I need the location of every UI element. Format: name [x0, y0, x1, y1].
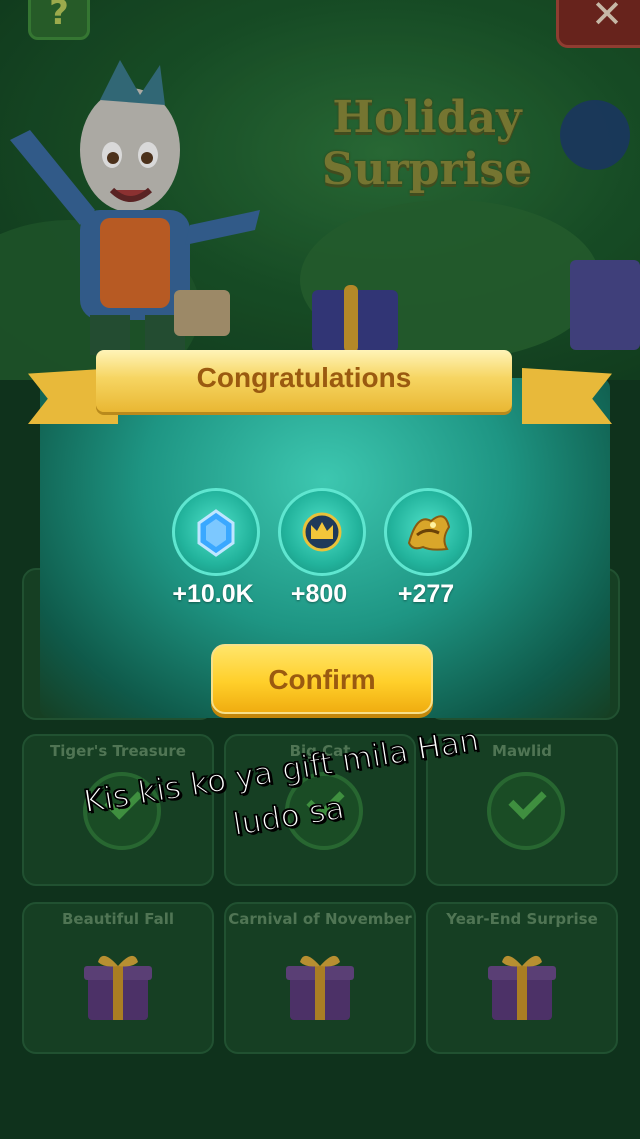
reward-value: +277 [397, 580, 455, 608]
confirm-button-label: Confirm [268, 664, 376, 695]
reward-value: +10.0K [172, 580, 254, 608]
reward-item [278, 488, 366, 576]
confirm-button[interactable]: Confirm [211, 644, 433, 714]
golden-ornament-icon [407, 515, 451, 551]
reward-item [384, 488, 472, 576]
reward-value: +800 [290, 580, 348, 608]
popup-title: Congratulations [196, 362, 412, 393]
reward-item [172, 488, 260, 576]
diamond-icon [197, 509, 235, 557]
crown-icon [302, 512, 342, 552]
